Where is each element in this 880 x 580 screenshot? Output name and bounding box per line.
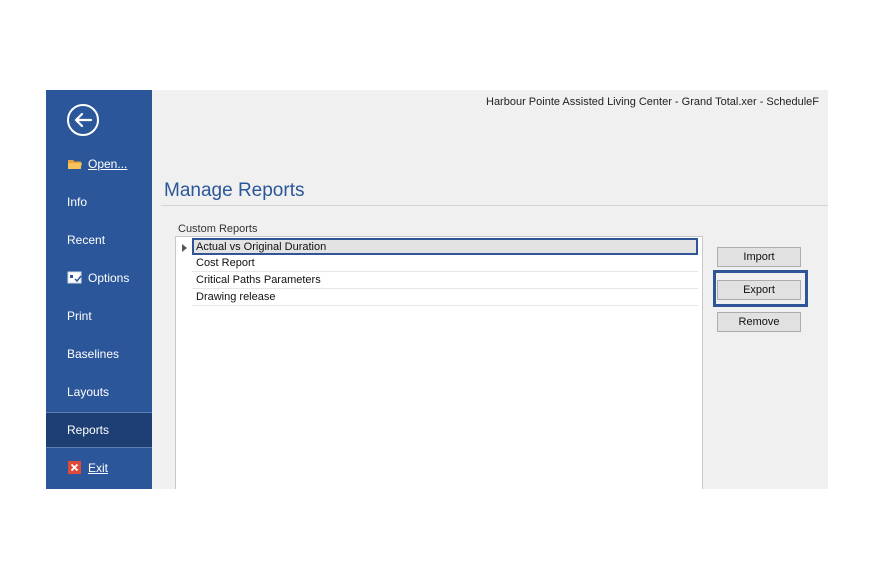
list-item-critical-paths-parameters[interactable]: Critical Paths Parameters xyxy=(192,272,698,289)
sidebar-item-exit[interactable]: Exit xyxy=(46,450,152,486)
list-item-cost-report[interactable]: Cost Report xyxy=(192,255,698,272)
export-button[interactable]: Export xyxy=(717,280,801,300)
list-item-actual-vs-original-duration[interactable]: Actual vs Original Duration xyxy=(192,238,698,255)
sidebar-item-label: Exit xyxy=(88,461,109,475)
sidebar-item-label: Layouts xyxy=(67,385,110,399)
sidebar-item-label: Recent xyxy=(67,233,106,247)
remove-button[interactable]: Remove xyxy=(717,312,801,332)
backstage-window: Open... Info Recent Options Print Baseli… xyxy=(46,90,828,489)
sidebar-item-label: Open... xyxy=(88,157,128,171)
folder-icon xyxy=(67,157,83,171)
sidebar-item-open[interactable]: Open... xyxy=(46,146,152,182)
import-button[interactable]: Import xyxy=(717,247,801,267)
reports-list: Actual vs Original Duration Cost Report … xyxy=(175,236,703,489)
sidebar-item-layouts[interactable]: Layouts xyxy=(46,374,152,410)
exit-icon xyxy=(67,461,83,475)
options-icon xyxy=(67,271,83,285)
sidebar-item-baselines[interactable]: Baselines xyxy=(46,336,152,372)
sidebar-item-label: Baselines xyxy=(67,347,120,361)
sidebar-item-label: Options xyxy=(88,271,130,285)
section-label: Custom Reports xyxy=(178,223,258,235)
row-selector-arrow-icon xyxy=(182,244,187,252)
sidebar-item-label: Print xyxy=(67,309,92,323)
page-title: Manage Reports xyxy=(164,180,305,201)
sidebar-item-recent[interactable]: Recent xyxy=(46,222,152,258)
back-arrow-icon[interactable] xyxy=(66,103,100,137)
sidebar-item-label: Info xyxy=(67,195,88,209)
sidebar-item-label: Reports xyxy=(67,423,110,437)
sidebar-item-print[interactable]: Print xyxy=(46,298,152,334)
sidebar-item-reports[interactable]: Reports xyxy=(46,412,152,448)
backstage-sidebar: Open... Info Recent Options Print Baseli… xyxy=(46,90,152,489)
sidebar-item-options[interactable]: Options xyxy=(46,260,152,296)
window-title: Harbour Pointe Assisted Living Center - … xyxy=(486,96,820,108)
heading-divider xyxy=(161,205,828,206)
sidebar-item-info[interactable]: Info xyxy=(46,184,152,220)
list-item-drawing-release[interactable]: Drawing release xyxy=(192,289,698,306)
